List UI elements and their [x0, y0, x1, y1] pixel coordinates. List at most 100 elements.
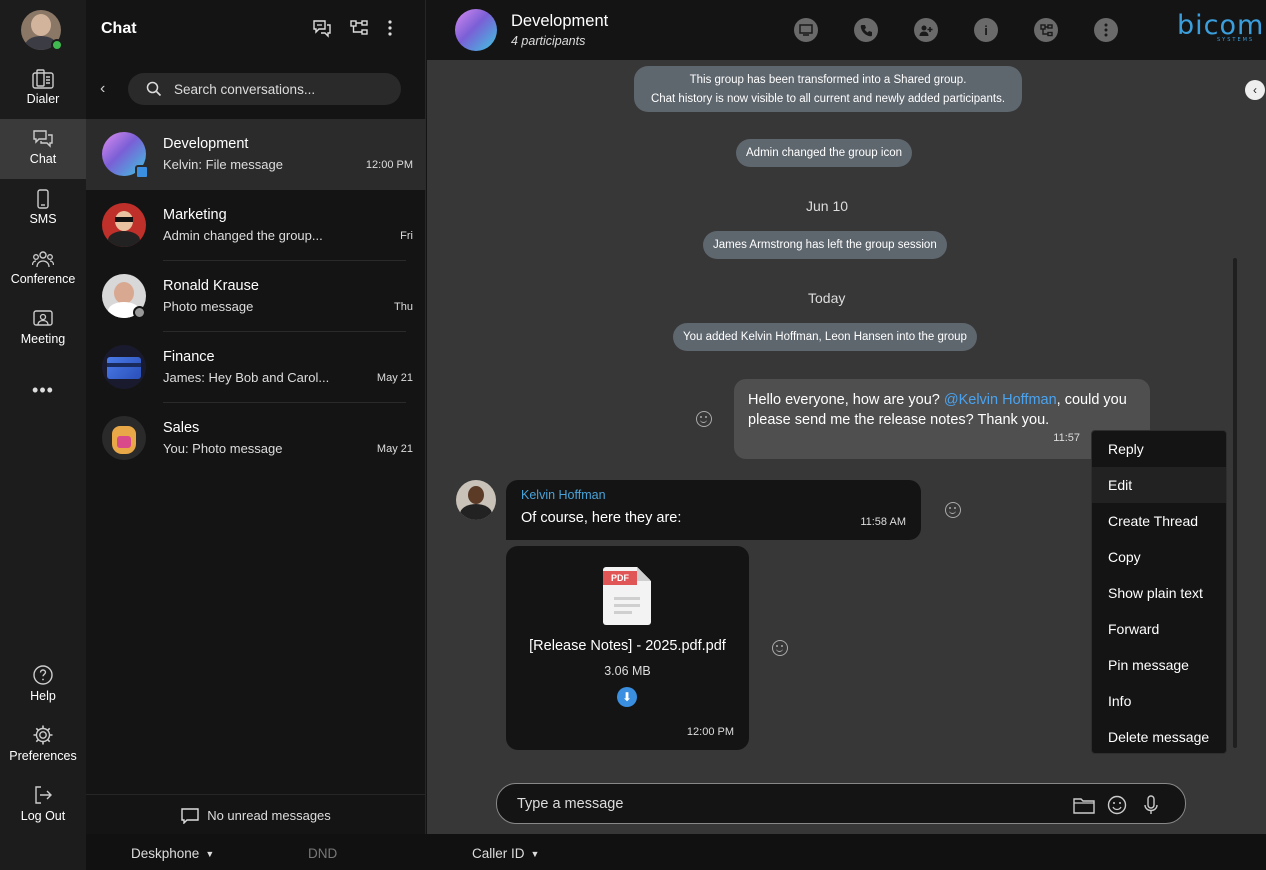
conversation-item-development[interactable]: Development Kelvin: File message 12:00 P…	[86, 119, 426, 190]
message-icon	[181, 808, 199, 825]
offline-status-indicator	[133, 306, 146, 319]
nav-rail: Dialer Chat SMS Conference Meeting ••• H…	[0, 0, 86, 870]
new-chat-icon[interactable]	[312, 18, 332, 38]
group-avatar	[102, 345, 146, 389]
unread-label: No unread messages	[207, 808, 331, 823]
file-message[interactable]: PDF [Release Notes] - 2025.pdf.pdf 3.06 …	[506, 546, 749, 750]
conversation-item-sales[interactable]: Sales You: Photo message May 21	[86, 403, 426, 474]
chat-subtitle[interactable]: 4 participants	[511, 34, 585, 48]
mention-link[interactable]: @Kelvin Hoffman	[944, 392, 1057, 408]
file-size: 3.06 MB	[604, 664, 651, 678]
nav-label: Help	[30, 689, 56, 703]
nav-item-conference[interactable]: Conference	[0, 239, 86, 299]
conversation-preview: Photo message	[163, 299, 254, 314]
microphone-icon[interactable]	[1140, 795, 1162, 815]
phone-icon	[860, 24, 872, 36]
menu-item-reply[interactable]: Reply	[1092, 431, 1226, 467]
conversation-name: Development	[163, 136, 249, 152]
search-box	[128, 73, 401, 105]
nav-item-logout[interactable]: Log Out	[0, 774, 86, 834]
emoji-reaction-icon[interactable]	[772, 640, 788, 656]
caller-id-selector[interactable]: Caller ID ▼	[472, 846, 539, 861]
chevron-down-icon: ▼	[530, 849, 540, 859]
emoji-icon[interactable]	[1106, 795, 1128, 815]
chat-title: Development	[511, 12, 609, 30]
message-input[interactable]	[517, 795, 1057, 813]
back-button[interactable]: ‹	[100, 80, 116, 98]
nav-item-chat[interactable]: Chat	[0, 119, 86, 179]
outgoing-message[interactable]: Hello everyone, how are you? @Kelvin Hof…	[734, 379, 1150, 459]
conversation-time: May 21	[376, 443, 413, 455]
menu-item-forward[interactable]: Forward	[1092, 611, 1226, 647]
system-message-line: This group has been transformed into a S…	[689, 74, 967, 86]
kebab-menu-icon[interactable]	[380, 18, 400, 38]
system-message: Admin changed the group icon	[736, 139, 912, 167]
emoji-reaction-icon[interactable]	[945, 502, 961, 518]
more-options-button[interactable]	[1094, 18, 1118, 42]
menu-item-create-thread[interactable]: Create Thread	[1092, 503, 1226, 539]
conversation-time: May 21	[376, 372, 413, 384]
unread-status: No unread messages	[86, 794, 426, 834]
scrollbar[interactable]	[1233, 258, 1237, 748]
conversation-item-finance[interactable]: Finance James: Hey Bob and Carol... May …	[86, 332, 426, 403]
menu-item-copy[interactable]: Copy	[1092, 539, 1226, 575]
kebab-menu-icon	[1104, 23, 1108, 37]
conversation-preview: Kelvin: File message	[163, 157, 283, 172]
sender-name: Kelvin Hoffman	[521, 488, 606, 502]
conversation-name: Marketing	[163, 207, 227, 223]
logo: bicom SYSTEMS	[1177, 10, 1264, 43]
emoji-reaction-icon[interactable]	[696, 411, 712, 427]
conversation-preview: You: Photo message	[163, 441, 283, 456]
screen-share-icon	[799, 24, 813, 36]
conversation-time: Thu	[394, 301, 413, 313]
chat-view: Development 4 participants i bicom SYSTEM…	[427, 0, 1266, 834]
logout-icon	[35, 786, 52, 804]
group-avatar	[102, 203, 146, 247]
app-root: Dialer Chat SMS Conference Meeting ••• H…	[0, 0, 1266, 870]
caller-id-label: Caller ID	[472, 846, 525, 861]
sender-avatar[interactable]	[456, 480, 496, 520]
info-button[interactable]: i	[974, 18, 998, 42]
nav-item-help[interactable]: Help	[0, 654, 86, 714]
menu-item-info[interactable]: Info	[1092, 683, 1226, 719]
hierarchy-icon[interactable]	[349, 18, 369, 38]
group-avatar	[102, 416, 146, 460]
conference-icon	[32, 251, 54, 268]
logo-subtext: SYSTEMS	[1217, 37, 1255, 43]
nav-item-preferences[interactable]: Preferences	[0, 714, 86, 774]
conversation-preview: Admin changed the group...	[163, 228, 323, 243]
dnd-toggle[interactable]: DND	[308, 846, 337, 861]
group-avatar[interactable]	[455, 9, 497, 51]
menu-item-show-plain-text[interactable]: Show plain text	[1092, 575, 1226, 611]
menu-item-edit[interactable]: Edit	[1092, 467, 1226, 503]
help-icon	[33, 665, 53, 685]
device-selector[interactable]: Deskphone ▼	[131, 846, 214, 861]
nav-item-sms[interactable]: SMS	[0, 179, 86, 239]
search-icon	[146, 81, 162, 97]
nav-label: Dialer	[26, 92, 60, 106]
conversation-item-marketing[interactable]: Marketing Admin changed the group... Fri	[86, 190, 426, 261]
nav-item-dialer[interactable]: Dialer	[0, 59, 86, 119]
menu-item-pin-message[interactable]: Pin message	[1092, 647, 1226, 683]
message-context-menu: Reply Edit Create Thread Copy Show plain…	[1091, 430, 1227, 754]
hierarchy-button[interactable]	[1034, 18, 1058, 42]
collapse-panel-button[interactable]: ‹	[1245, 80, 1265, 100]
conversation-time: 12:00 PM	[365, 159, 413, 171]
call-button[interactable]	[854, 18, 878, 42]
panel-title: Chat	[101, 20, 137, 37]
conversation-item-ronald-krause[interactable]: Ronald Krause Photo message Thu	[86, 261, 426, 332]
screen-share-button[interactable]	[794, 18, 818, 42]
download-icon[interactable]: ⬇	[617, 687, 637, 707]
file-type-label: PDF	[603, 571, 637, 585]
search-input[interactable]	[174, 80, 384, 98]
attach-folder-icon[interactable]	[1073, 795, 1095, 815]
incoming-message[interactable]: Kelvin Hoffman Of course, here they are:…	[506, 480, 921, 540]
chevron-down-icon: ▼	[205, 849, 215, 859]
system-message-line: Chat history is now visible to all curre…	[650, 93, 1006, 105]
nav-item-meeting[interactable]: Meeting	[0, 299, 86, 359]
conversation-panel: Chat ‹ Development Kelvin: File message …	[86, 0, 426, 834]
message-composer	[496, 783, 1186, 824]
more-menu-icon[interactable]: •••	[31, 380, 55, 400]
add-participant-button[interactable]	[914, 18, 938, 42]
menu-item-delete-message[interactable]: Delete message	[1092, 719, 1226, 755]
